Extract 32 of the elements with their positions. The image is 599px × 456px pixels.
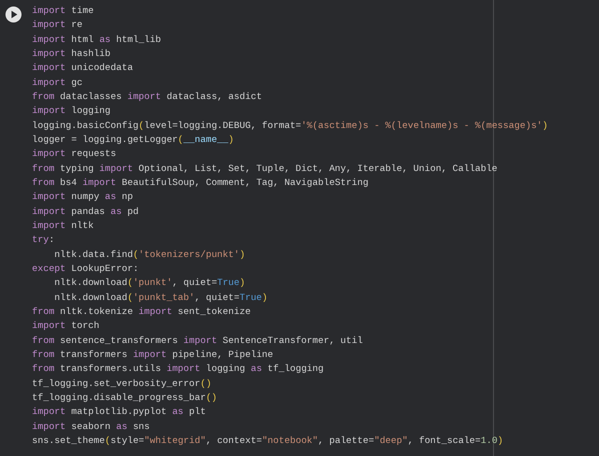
code-line: from sentence_transformers import SentenceTransformer, util bbox=[32, 334, 363, 348]
code-line: nltk.data.find('tokenizers/punkt') bbox=[53, 248, 246, 262]
code-line: sns.set_theme(style="whitegrid", context="notebook", palette="deep", font_scale=1.0) bbox=[32, 434, 504, 448]
code-line: logger = logging.getLogger(__name__) bbox=[32, 132, 234, 147]
code-line: try: bbox=[32, 233, 54, 248]
code-line: import logging bbox=[32, 104, 111, 118]
code-line: import re bbox=[32, 18, 82, 32]
code-line: import numpy as np bbox=[32, 190, 133, 204]
code-line: import torch bbox=[32, 319, 100, 334]
run-button[interactable] bbox=[5, 6, 22, 23]
code-line: import unicodedata bbox=[32, 61, 133, 76]
code-line: import html as html_lib bbox=[32, 32, 161, 47]
code-line: from transformers.utils import logging as tf_logging bbox=[32, 362, 324, 376]
code-line: except LookupError: bbox=[32, 262, 139, 276]
code-line: from typing import Optional, List, Set, Tuple, Dict, Any, Iterable, Union, Callable bbox=[32, 162, 498, 176]
code-line: import time bbox=[32, 4, 94, 18]
code-line: logging.basicConfig(level=logging.DEBUG, format='%(asctime)s - %(levelname)s - %(message)s') bbox=[32, 118, 548, 133]
code-line: tf_logging.set_verbosity_error() bbox=[32, 376, 212, 391]
code-line: import seaborn as sns bbox=[32, 420, 150, 434]
code-line: import nltk bbox=[32, 218, 94, 233]
code-line: import matplotlib.pyplot as plt bbox=[32, 405, 206, 420]
code-line: from bs4 import BeautifulSoup, Comment, Tag, NavigableString bbox=[32, 176, 368, 190]
code-line: import hashlib bbox=[32, 46, 111, 61]
code-line: nltk.download('punkt', quiet=True) bbox=[53, 276, 246, 290]
code-line: from transformers import pipeline, Pipeline bbox=[32, 348, 274, 362]
code-line: tf_logging.disable_progress_bar() bbox=[32, 390, 218, 405]
code-line: from nltk.tokenize import sent_tokenize bbox=[32, 304, 251, 319]
code-line: nltk.download('punkt_tab', quiet=True) bbox=[53, 290, 268, 305]
code-line: from dataclasses import dataclass, asdict bbox=[32, 90, 262, 104]
code-line: import requests bbox=[32, 147, 116, 162]
code-line: import gc bbox=[32, 76, 82, 90]
code-line: import pandas as pd bbox=[32, 204, 139, 219]
